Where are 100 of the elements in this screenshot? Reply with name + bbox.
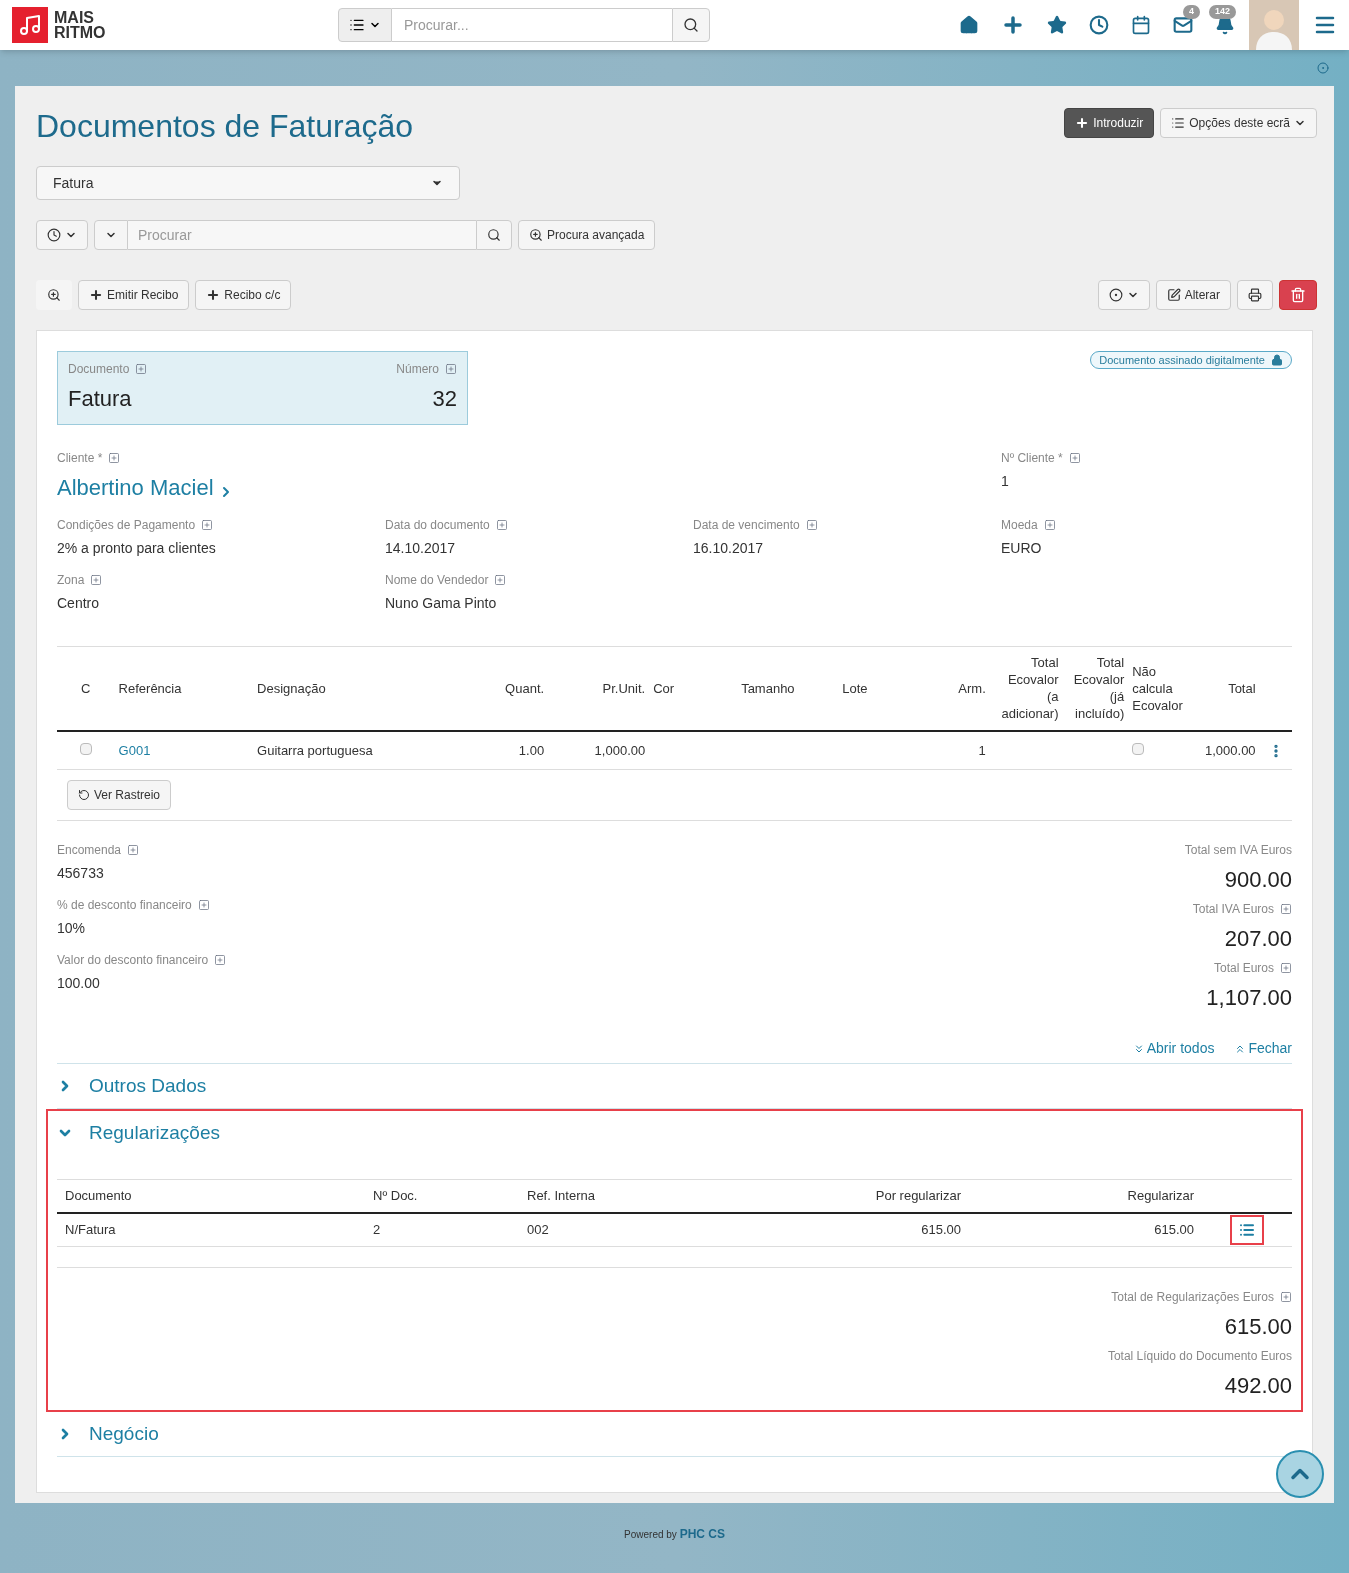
mail-icon[interactable] (1173, 15, 1193, 35)
column-header: Cor (653, 680, 675, 696)
plus-icon (1075, 116, 1090, 130)
action-button[interactable]: Recibo c/c (195, 280, 292, 310)
menu-dropdown-button[interactable] (338, 8, 392, 42)
field-value: 100.00 (57, 974, 101, 993)
expand-icon[interactable] (495, 519, 508, 531)
column-header: Quant. (505, 680, 545, 696)
total-label: Total Líquido do Documento Euros (1107, 1348, 1292, 1365)
expand-icon[interactable] (201, 519, 214, 531)
total-value: 1,107.00 (1206, 984, 1292, 1012)
column-header: Lote (842, 680, 868, 696)
print-button[interactable] (1237, 280, 1273, 310)
table-cell: 002 (527, 1222, 549, 1237)
home-icon[interactable] (959, 15, 979, 35)
field-value: Centro (57, 594, 101, 613)
expand-icon[interactable] (135, 363, 148, 375)
search-icon (683, 17, 699, 33)
total-label: Total de Regularizações Euros (1111, 1289, 1274, 1306)
search-button[interactable] (672, 8, 710, 42)
checkbox[interactable] (1132, 742, 1145, 755)
history-icon (78, 789, 90, 801)
expand-icon[interactable] (108, 452, 121, 464)
action-button[interactable]: Emitir Recibo (78, 280, 190, 310)
table-cell: 1.00 (518, 742, 545, 758)
table-cell: 615.00 (921, 1222, 961, 1237)
total-label: Total sem IVA Euros (1184, 842, 1292, 859)
expand-icon[interactable] (127, 844, 140, 856)
expand-icon[interactable] (494, 574, 507, 586)
section-header[interactable]: Outros Dados (57, 1064, 207, 1108)
field-label: Zona (57, 572, 85, 589)
document-number: 32 (432, 385, 457, 413)
logo-text: RITMO (54, 25, 106, 40)
zoom-button[interactable] (36, 280, 72, 310)
field-value: 456733 (57, 864, 105, 883)
avatar[interactable] (1249, 0, 1299, 50)
signed-badge: Documento assinado digitalmente (1090, 351, 1292, 369)
field-value: EURO (1001, 539, 1043, 558)
star-icon[interactable] (1047, 15, 1067, 35)
column-header: Referência (118, 680, 182, 696)
total-value: 900.00 (1224, 866, 1292, 894)
field-label: Cliente * (57, 450, 103, 467)
plus-icon (89, 288, 103, 302)
document-type-value: Fatura (68, 385, 133, 413)
expand-icon[interactable] (1043, 519, 1056, 531)
client-link[interactable]: Albertino Maciel (57, 471, 234, 504)
scroll-top-button[interactable] (1276, 1450, 1324, 1498)
settings-dropdown-button[interactable] (1097, 280, 1150, 310)
notification-badge: 142 (1209, 5, 1237, 19)
zoom-icon (47, 288, 61, 302)
plus-icon[interactable] (1001, 13, 1025, 37)
expand-icon[interactable] (1280, 962, 1292, 974)
edit-button[interactable]: Alterar (1155, 280, 1231, 310)
field-label: Condições de Pagamento (57, 517, 196, 534)
field-label: % de desconto financeiro (57, 897, 192, 914)
field-value: Nuno Gama Pinto (385, 594, 498, 613)
field-label: Data do documento (385, 517, 490, 534)
document-type-select[interactable]: Fatura (36, 166, 460, 200)
advanced-search-button[interactable]: Procura avançada (518, 220, 656, 250)
zoom-icon (529, 228, 543, 242)
search-button[interactable] (476, 220, 512, 250)
expand-icon[interactable] (805, 519, 818, 531)
checkbox[interactable] (79, 742, 92, 755)
settings-icon (1108, 288, 1123, 302)
table-cell: 615.00 (1154, 1222, 1194, 1237)
expand-icon[interactable] (90, 574, 103, 586)
trace-button[interactable]: Ver Rastreio (67, 780, 172, 810)
column-header: Ref. Interna (527, 1188, 595, 1203)
calendar-icon[interactable] (1131, 15, 1151, 35)
expand-icon[interactable] (1068, 452, 1081, 464)
column-header: Regularizar (1127, 1188, 1194, 1203)
search-field[interactable]: Procurar (128, 220, 476, 250)
collapse-all-link[interactable]: Fechar (1234, 1038, 1292, 1059)
field-value: 14.10.2017 (385, 539, 457, 558)
introduce-button[interactable]: Introduzir (1064, 108, 1155, 138)
column-header: Arm. (958, 680, 986, 696)
delete-button[interactable] (1279, 280, 1317, 310)
list-button[interactable] (1230, 1214, 1264, 1245)
reference-link[interactable]: G001 (118, 742, 151, 758)
expand-all-link[interactable]: Abrir todos (1132, 1038, 1215, 1059)
expand-icon[interactable] (214, 954, 227, 966)
search-field[interactable]: Procurar... (392, 8, 672, 42)
table-cell: N/Fatura (65, 1222, 116, 1237)
expand-icon[interactable] (197, 899, 210, 911)
table-cell: 1,000.00 (594, 742, 646, 758)
expand-icon[interactable] (1280, 903, 1292, 915)
clock-icon[interactable] (1089, 15, 1109, 35)
column-header: Total Ecovalor (já incluído) (1073, 655, 1125, 722)
section-header[interactable]: Negócio (57, 1412, 159, 1456)
search-icon (487, 228, 501, 242)
total-value: 492.00 (1224, 1372, 1292, 1400)
screen-options-button[interactable]: Opções deste ecrã (1160, 108, 1317, 138)
clock-icon (47, 228, 61, 242)
expand-icon[interactable] (445, 363, 457, 375)
history-dropdown-button[interactable] (36, 220, 88, 250)
settings-icon[interactable] (1317, 62, 1329, 74)
logo-text: MAIS (54, 10, 95, 25)
field-label: Valor do desconto financeiro (57, 952, 209, 969)
section-header[interactable]: Regularizações (57, 1111, 220, 1155)
expand-icon[interactable] (1280, 1291, 1292, 1303)
